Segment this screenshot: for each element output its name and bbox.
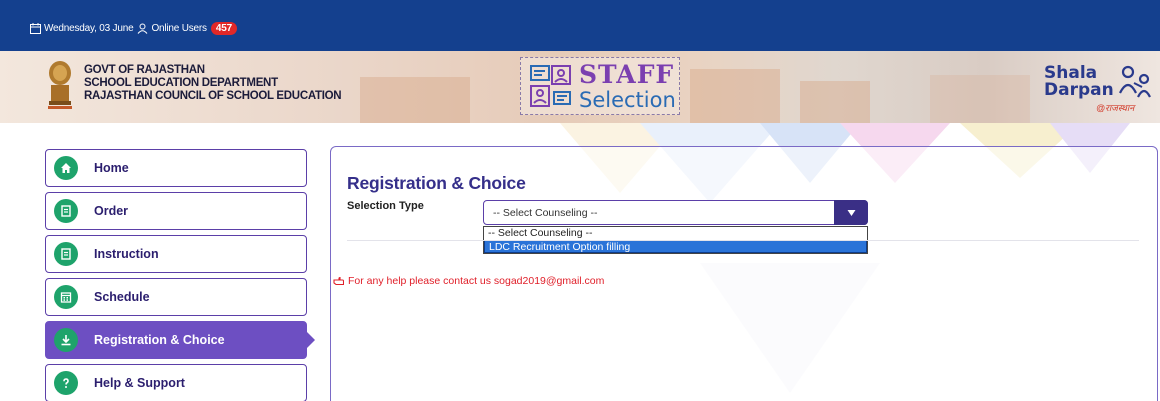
selection-type-label: Selection Type <box>347 200 424 212</box>
top-bar: Wednesday, 03 June Online Users 457 <box>0 0 1160 51</box>
sidebar-item-label: Instruction <box>94 247 159 261</box>
sidebar-item-help-support[interactable]: Help & Support <box>45 364 307 401</box>
sidebar-item-registration-choice[interactable]: Registration & Choice <box>45 321 315 359</box>
calendar-icon <box>30 23 41 34</box>
online-users-label: Online Users <box>151 23 207 34</box>
divider <box>347 240 1139 241</box>
content-panel: Registration & Choice Selection Type -- … <box>330 146 1158 401</box>
sidebar-nav: Home Order Instruction Schedule Registra… <box>45 149 315 401</box>
chevron-down-icon[interactable] <box>834 200 868 225</box>
sidebar-item-home[interactable]: Home <box>45 149 307 187</box>
question-icon <box>54 371 78 395</box>
sidebar-item-schedule[interactable]: Schedule <box>45 278 307 316</box>
online-users-badge: 457 <box>210 22 237 35</box>
document-icon <box>54 242 78 266</box>
govt-title: GOVT OF RAJASTHAN SCHOOL EDUCATION DEPAR… <box>84 64 342 103</box>
hand-pointer-icon <box>333 276 344 286</box>
header-banner: GOVT OF RAJASTHAN SCHOOL EDUCATION DEPAR… <box>0 51 1160 123</box>
dropdown-option-selected[interactable]: LDC Recruitment Option filling <box>484 240 867 253</box>
dropdown-option[interactable]: -- Select Counseling -- <box>484 227 867 240</box>
govt-line-3: RAJASTHAN COUNCIL OF SCHOOL EDUCATION <box>84 90 342 102</box>
home-icon <box>54 156 78 180</box>
logo-selection-text: Selection <box>579 88 676 112</box>
calendar-icon <box>54 285 78 309</box>
sidebar-item-label: Schedule <box>94 290 150 304</box>
darpan-text: Darpan <box>1044 80 1114 100</box>
sidebar-item-label: Registration & Choice <box>94 333 225 347</box>
document-icon <box>54 199 78 223</box>
help-text: For any help please contact us sogad2019… <box>348 275 605 287</box>
help-contact-text: For any help please contact us sogad2019… <box>333 275 604 287</box>
current-date: Wednesday, 03 June <box>44 23 134 34</box>
shala-darpan-logo: Shala Darpan @राजस्थान <box>1040 63 1158 113</box>
staff-selection-icon <box>529 64 575 110</box>
page-title: Registration & Choice <box>347 173 526 193</box>
sidebar-item-label: Order <box>94 204 129 218</box>
sidebar-item-label: Help & Support <box>94 376 185 390</box>
user-icon <box>137 23 148 34</box>
logo-staff-text: STAFF <box>579 60 675 89</box>
download-icon <box>54 328 78 352</box>
sidebar-item-label: Home <box>94 161 129 175</box>
top-bar-info: Wednesday, 03 June Online Users 457 <box>30 22 237 35</box>
main-area: Home Order Instruction Schedule Registra… <box>0 123 1160 401</box>
govt-line-1: GOVT OF RAJASTHAN <box>84 64 205 76</box>
rajasthan-tag: @राजस्थान <box>1096 103 1135 113</box>
rajasthan-emblem-icon <box>45 59 75 111</box>
sidebar-item-instruction[interactable]: Instruction <box>45 235 307 273</box>
selection-type-select[interactable]: -- Select Counseling -- <box>483 200 868 225</box>
govt-line-2: SCHOOL EDUCATION DEPARTMENT <box>84 77 278 89</box>
sidebar-item-order[interactable]: Order <box>45 192 307 230</box>
teacher-student-icon <box>1112 65 1156 101</box>
staff-selection-logo: STAFF Selection <box>520 57 680 115</box>
select-value: -- Select Counseling -- <box>493 207 598 219</box>
